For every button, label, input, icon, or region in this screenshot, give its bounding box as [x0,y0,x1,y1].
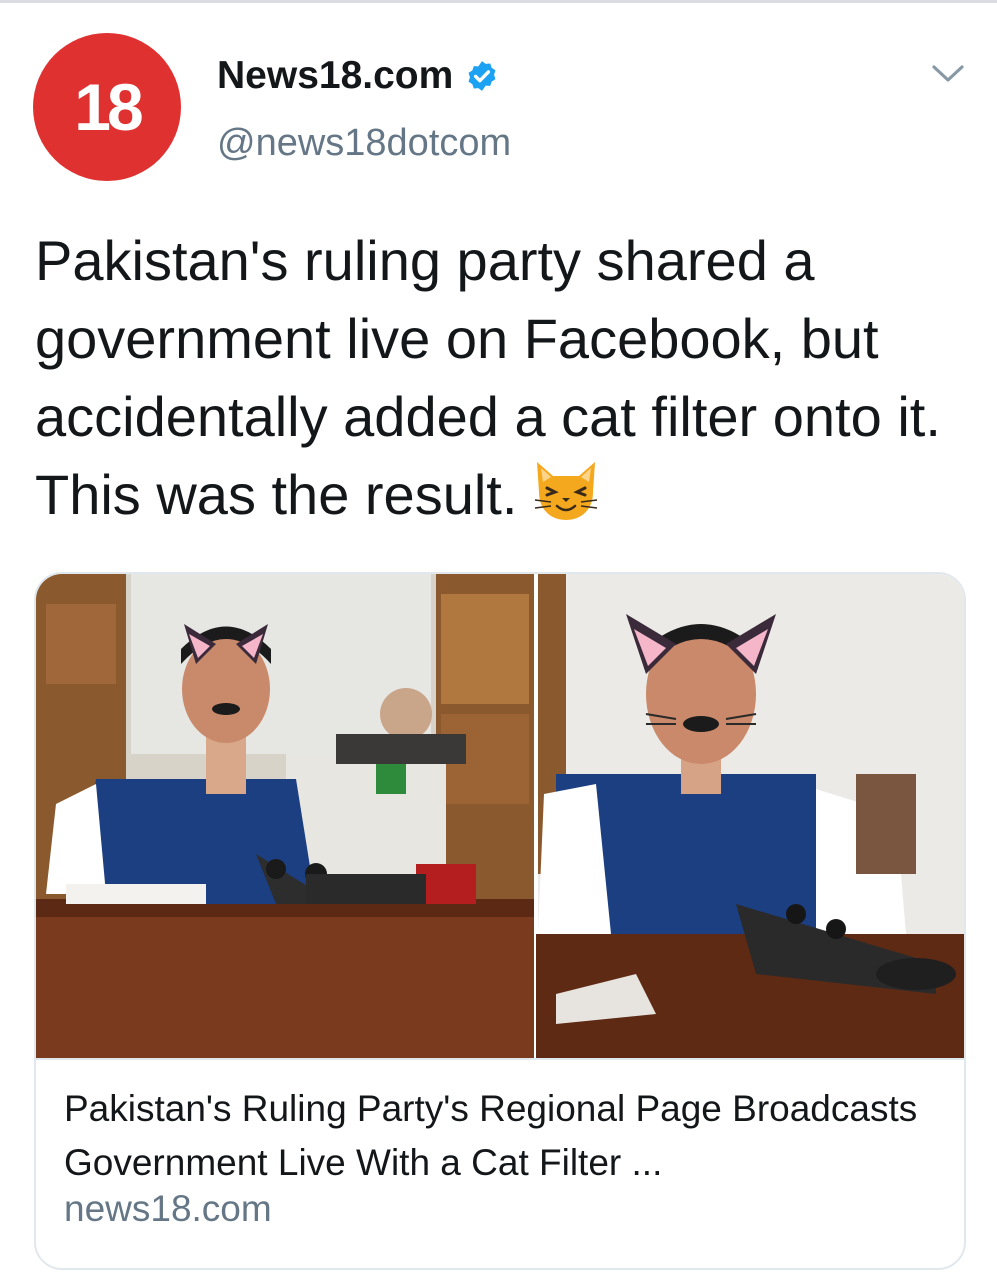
avatar-label: 18 [74,70,143,144]
tweet-text-body: Pakistan's ruling party shared a governm… [35,229,941,526]
left-photo-panel [36,574,534,1058]
account-handle[interactable]: @news18dotcom [217,122,511,165]
tweet-header: 18 News18.com @news18dotcom [0,0,997,200]
card-title[interactable]: Pakistan's Ruling Party's Regional Page … [64,1082,944,1190]
link-card[interactable]: Pakistan's Ruling Party's Regional Page … [34,572,966,1270]
display-name-text: News18.com [217,54,454,97]
tweet-text: Pakistan's ruling party shared a governm… [35,222,965,534]
card-image[interactable] [36,574,964,1058]
card-body: Pakistan's Ruling Party's Regional Page … [36,1058,964,1268]
chevron-down-icon[interactable] [930,62,966,86]
cat-face-icon [535,462,598,520]
card-domain: news18.com [64,1188,272,1229]
display-name[interactable]: News18.com [217,54,499,98]
avatar[interactable]: 18 [33,33,181,181]
verified-badge-icon [468,61,496,91]
right-photo-panel [536,574,964,1058]
